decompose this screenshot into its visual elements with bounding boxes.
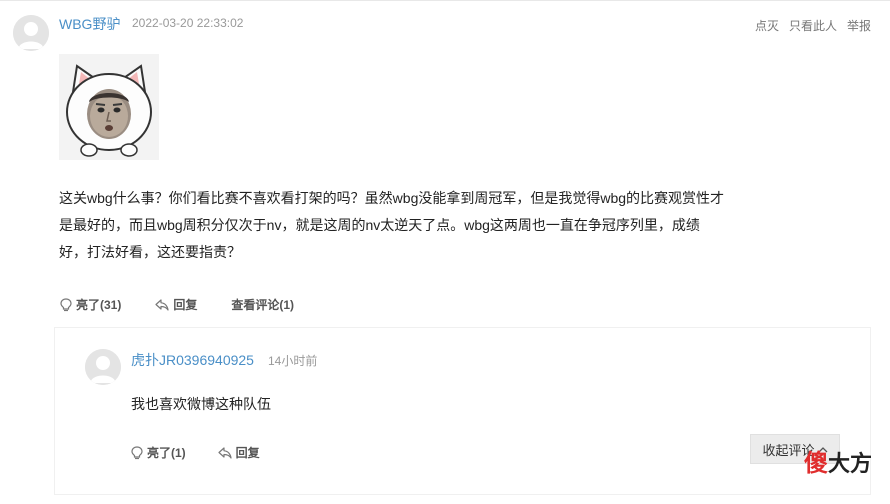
post-card: WBG野驴 2022-03-20 22:33:02 点灭 只看此人 举报 这关w… xyxy=(0,1,890,504)
lightbulb-icon xyxy=(60,297,72,311)
post-actions: 点灭 只看此人 举报 xyxy=(755,17,871,34)
reply-arrow-icon xyxy=(218,446,232,459)
cat-face-meme-image xyxy=(59,54,159,160)
reply-time: 14小时前 xyxy=(268,354,318,368)
reply-like-button[interactable]: 亮了(1) xyxy=(131,444,186,461)
watermark: 傻 大方 xyxy=(804,443,872,478)
view-comments-button[interactable]: 查看评论(1) xyxy=(231,296,294,313)
cat-face-icon xyxy=(59,54,159,160)
only-this-user-link[interactable]: 只看此人 xyxy=(789,17,837,34)
default-user-icon xyxy=(13,15,49,51)
post-content-line: 这关wbg什么事？你们看比赛不喜欢看打架的吗？虽然wbg没能拿到周冠军，但是我觉… xyxy=(59,190,725,206)
reply-like-label: 亮了(1) xyxy=(147,446,186,460)
like-label: 亮了(31) xyxy=(76,298,122,312)
reply-reply-button[interactable]: 回复 xyxy=(218,444,260,461)
lightbulb-icon xyxy=(131,445,143,459)
post-content: 这关wbg什么事？你们看比赛不喜欢看打架的吗？虽然wbg没能拿到周冠军，但是我觉… xyxy=(59,185,749,266)
post-content-line: 是最好的，而且wbg周积分仅次于nv，就是这周的nv太逆天了点。wbg这两周也一… xyxy=(59,217,700,233)
avatar[interactable] xyxy=(13,15,49,51)
like-button[interactable]: 亮了(31) xyxy=(60,296,121,313)
reply-button[interactable]: 回复 xyxy=(155,296,197,313)
post-username[interactable]: WBG野驴 xyxy=(59,14,120,34)
reply-arrow-icon xyxy=(155,298,169,311)
reply-username[interactable]: 虎扑JR0396940925 xyxy=(131,350,254,370)
reply-reply-label: 回复 xyxy=(235,446,260,460)
reply-avatar[interactable] xyxy=(85,349,121,385)
post-time: 2022-03-20 22:33:02 xyxy=(132,16,244,30)
reply-label: 回复 xyxy=(173,298,198,312)
reply-card: 虎扑JR0396940925 14小时前 我也喜欢微博这种队伍 亮了(1) 回复… xyxy=(55,328,870,494)
post-action-row: 亮了(31) 回复 查看评论(1) xyxy=(60,296,294,313)
reply-content: 我也喜欢微博这种队伍 xyxy=(131,396,271,412)
watermark-black-text: 大方 xyxy=(827,451,872,476)
view-comments-label: 查看评论(1) xyxy=(231,298,295,312)
light-off-link[interactable]: 点灭 xyxy=(755,17,779,34)
post-content-line: 好，打法好看，这还要指责？ xyxy=(59,244,241,260)
watermark-red-text: 傻 xyxy=(803,450,828,477)
reply-action-row: 亮了(1) 回复 xyxy=(131,444,260,461)
report-link[interactable]: 举报 xyxy=(847,17,871,34)
default-user-icon xyxy=(85,349,121,385)
